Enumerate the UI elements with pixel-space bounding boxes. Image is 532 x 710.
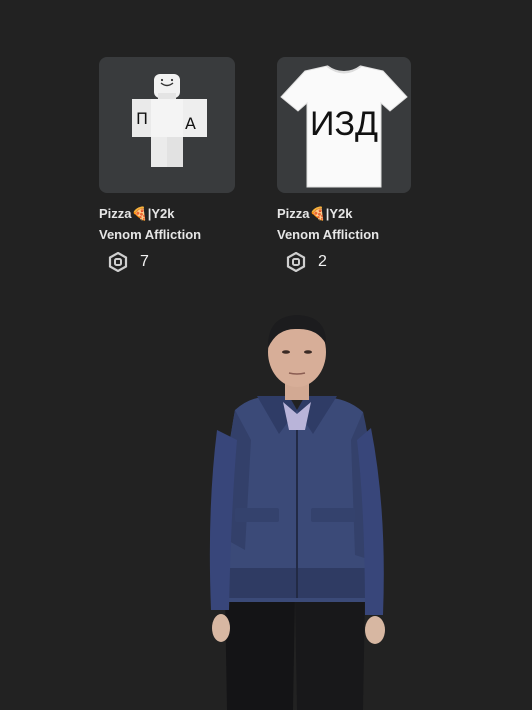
torso-letter-left: П [136, 109, 148, 128]
catalog-item-card[interactable]: ИЗД Pizza🍕|Y2k Venom Affliction 2 [277, 57, 411, 272]
avatar-torso-icon: П А [132, 74, 207, 167]
item-price: 2 [318, 253, 327, 270]
item-price: 7 [140, 253, 149, 270]
catalog-item-card[interactable]: П А Pizza🍕|Y2k Venom Affliction 7 [99, 57, 235, 272]
screen: П А Pizza🍕|Y2k Venom Affliction 7 ИЗД Pi… [0, 0, 532, 710]
torso-letter-right: А [185, 114, 196, 133]
item-thumbnail[interactable]: П А [99, 57, 235, 193]
item-price-row: 7 [108, 252, 235, 272]
item-thumbnail[interactable]: ИЗД [277, 57, 411, 193]
tshirt-icon: ИЗД [280, 65, 408, 188]
item-title-line1: Pizza🍕|Y2k [277, 206, 353, 221]
item-title-line1: Pizza🍕|Y2k [99, 206, 175, 221]
robux-icon [108, 252, 128, 272]
item-title[interactable]: Pizza🍕|Y2k Venom Affliction [99, 203, 235, 245]
item-title-line2: Venom Affliction [277, 227, 380, 242]
shirt-text: ИЗД [310, 105, 378, 143]
robux-icon [286, 252, 306, 272]
person-video-overlay [209, 315, 385, 710]
item-title[interactable]: Pizza🍕|Y2k Venom Affliction [277, 203, 411, 245]
item-price-row: 2 [286, 252, 411, 272]
item-title-line2: Venom Affliction [99, 227, 202, 242]
